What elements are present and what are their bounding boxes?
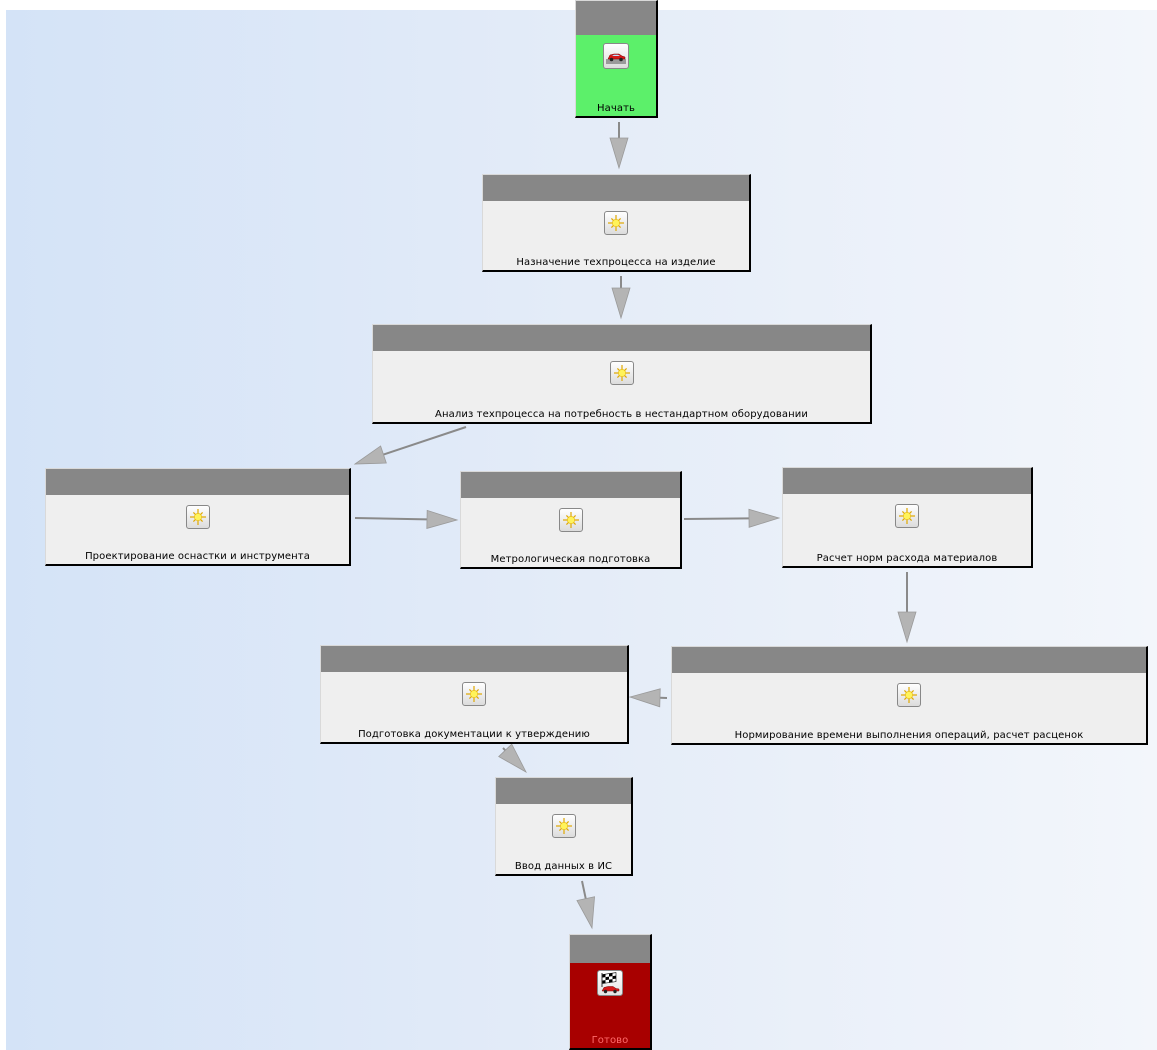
sparkle-icon [604, 211, 628, 235]
node-header [461, 472, 680, 498]
node-start[interactable]: Начать [575, 0, 658, 118]
node-label: Расчет норм расхода материалов [816, 553, 998, 564]
node-label: Начать [596, 103, 635, 114]
sparkle-icon [185, 505, 210, 529]
sparkle-icon [462, 682, 486, 706]
node-label: Проектирование оснастки и инструмента [85, 551, 310, 562]
node-docs[interactable]: Подготовка документации к утверждению [320, 645, 629, 744]
sparkle-icon [558, 508, 583, 532]
node-label: Нормирование времени выполнения операций… [734, 730, 1084, 741]
node-header [321, 646, 627, 672]
node-header [576, 1, 656, 35]
node-metrology[interactable]: Метрологическая подготовка [460, 471, 682, 569]
sparkle-icon [551, 814, 576, 838]
node-timing[interactable]: Нормирование времени выполнения операций… [671, 646, 1148, 745]
node-input[interactable]: Ввод данных в ИС [495, 777, 633, 876]
node-header [570, 935, 650, 963]
node-header [672, 647, 1146, 673]
node-finish[interactable]: Готово [569, 934, 652, 1050]
sparkle-icon [895, 504, 919, 528]
node-header [46, 469, 349, 495]
node-label: Назначение техпроцесса на изделие [516, 257, 716, 268]
node-header [496, 778, 631, 804]
node-analysis[interactable]: Анализ техпроцесса на потребность в нест… [372, 324, 872, 424]
node-label: Подготовка документации к утверждению [358, 729, 590, 740]
node-design[interactable]: Проектирование оснастки и инструмента [45, 468, 351, 566]
node-label: Метрологическая подготовка [490, 554, 651, 565]
node-label: Анализ техпроцесса на потребность в нест… [435, 409, 808, 420]
node-label: Ввод данных в ИС [514, 861, 613, 872]
sparkle-icon [897, 683, 921, 707]
node-header [783, 468, 1031, 494]
sparkle-icon [609, 361, 634, 385]
node-header [373, 325, 870, 351]
checkered-flag-car-icon [597, 970, 623, 996]
car-icon [603, 43, 629, 69]
node-header [483, 175, 749, 201]
node-assign[interactable]: Назначение техпроцесса на изделие [482, 174, 751, 272]
node-materials[interactable]: Расчет норм расхода материалов [782, 467, 1033, 568]
node-label: Готово [591, 1035, 629, 1046]
